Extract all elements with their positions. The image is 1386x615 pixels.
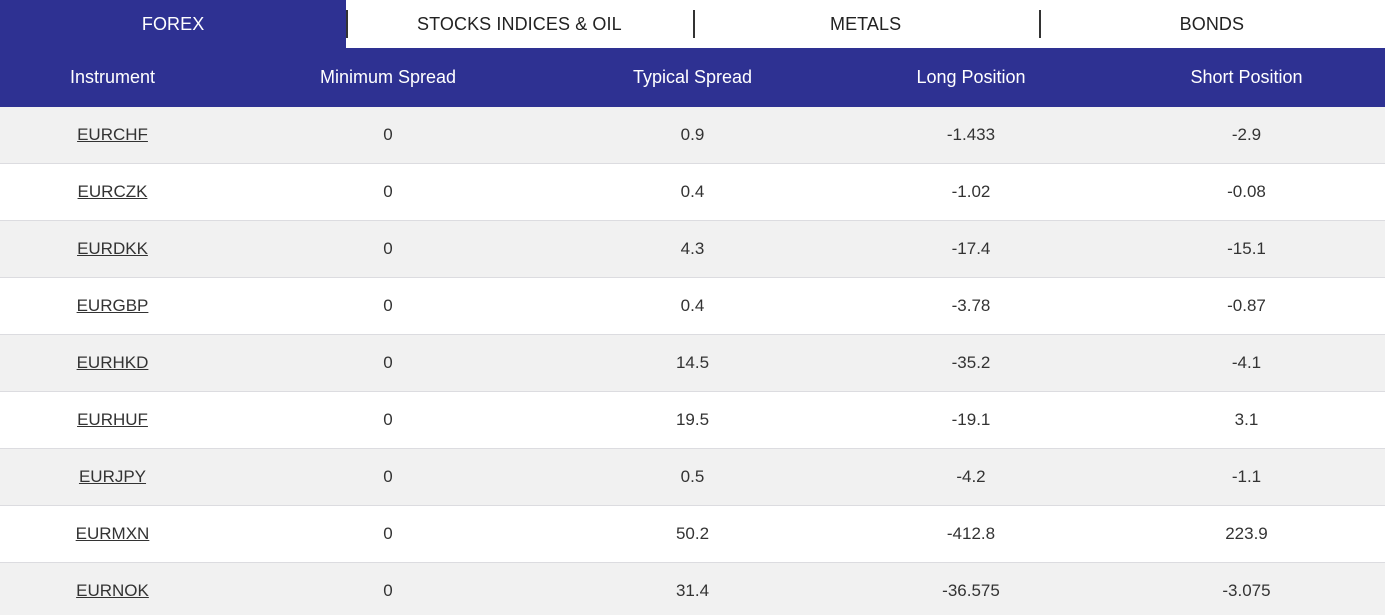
short-position-cell: -4.1 xyxy=(1231,353,1262,372)
long-position-cell: -36.575 xyxy=(942,581,1000,600)
typical-spread-cell: 31.4 xyxy=(675,581,710,600)
tab-label: METALS xyxy=(829,13,902,34)
minimum-spread-cell: 0 xyxy=(383,524,393,543)
typical-spread-cell: 50.2 xyxy=(675,524,710,543)
typical-spread-cell: 0.5 xyxy=(680,467,705,486)
tab-separator xyxy=(346,10,349,38)
tab-label: FOREX xyxy=(141,13,205,34)
tab-separator xyxy=(692,10,695,38)
tab-stocks-indices-oil[interactable]: STOCKS INDICES & OIL xyxy=(346,0,692,48)
typical-spread-cell: 4.3 xyxy=(680,239,705,258)
instrument-cell: EURJPY xyxy=(0,449,225,505)
spreads-widget: FOREX STOCKS INDICES & OIL METALS BONDS … xyxy=(0,0,1385,615)
instrument-cell: EURNOK xyxy=(0,563,225,615)
instrument-cell: EURCHF xyxy=(0,107,225,163)
short-position-cell: 3.1 xyxy=(1234,410,1259,429)
table-row: EURMXN 0 50.2 -412.8 223.9 xyxy=(0,506,1385,563)
minimum-spread-cell: 0 xyxy=(383,410,393,429)
table-row: EURCHF 0 0.9 -1.433 -2.9 xyxy=(0,107,1385,164)
column-header-short-position: Short Position xyxy=(1190,67,1303,87)
long-position-cell: -4.2 xyxy=(956,467,986,486)
minimum-spread-cell: 0 xyxy=(383,581,393,600)
instrument-link[interactable]: EURHKD xyxy=(77,353,149,373)
tab-label: STOCKS INDICES & OIL xyxy=(417,13,622,34)
tab-forex[interactable]: FOREX xyxy=(0,0,347,48)
instrument-cell: EURGBP xyxy=(0,278,225,334)
long-position-cell: -3.78 xyxy=(951,296,991,315)
category-tabs: FOREX STOCKS INDICES & OIL METALS BONDS xyxy=(0,0,1385,48)
long-position-cell: -1.02 xyxy=(951,182,991,201)
short-position-cell: -2.9 xyxy=(1231,125,1262,144)
tab-metals[interactable]: METALS xyxy=(692,0,1039,48)
typical-spread-cell: 0.9 xyxy=(680,125,705,144)
typical-spread-cell: 14.5 xyxy=(675,353,710,372)
instrument-cell: EURMXN xyxy=(0,506,225,562)
column-header-minimum-spread: Minimum Spread xyxy=(319,67,457,87)
minimum-spread-cell: 0 xyxy=(383,239,393,258)
instrument-link[interactable]: EURHUF xyxy=(77,410,148,430)
long-position-cell: -412.8 xyxy=(946,524,996,543)
instrument-cell: EURHUF xyxy=(0,392,225,448)
table-row: EURHUF 0 19.5 -19.1 3.1 xyxy=(0,392,1385,449)
short-position-cell: 223.9 xyxy=(1225,524,1268,543)
minimum-spread-cell: 0 xyxy=(383,467,393,486)
instrument-link[interactable]: EURNOK xyxy=(76,581,149,601)
column-header-typical-spread: Typical Spread xyxy=(632,67,753,87)
long-position-cell: -19.1 xyxy=(951,410,991,429)
instrument-link[interactable]: EURCHF xyxy=(77,125,148,145)
minimum-spread-cell: 0 xyxy=(383,182,393,201)
minimum-spread-cell: 0 xyxy=(383,125,393,144)
typical-spread-cell: 0.4 xyxy=(680,296,705,315)
table-row: EURDKK 0 4.3 -17.4 -15.1 xyxy=(0,221,1385,278)
minimum-spread-cell: 0 xyxy=(383,296,393,315)
tab-separator xyxy=(1038,10,1041,38)
tab-label: BONDS xyxy=(1179,13,1245,34)
long-position-cell: -35.2 xyxy=(951,353,991,372)
instrument-link[interactable]: EURMXN xyxy=(76,524,150,544)
column-header-long-position: Long Position xyxy=(916,67,1026,87)
instrument-cell: EURCZK xyxy=(0,164,225,220)
table-row: EURNOK 0 31.4 -36.575 -3.075 xyxy=(0,563,1385,615)
table-header: Instrument Minimum Spread Typical Spread… xyxy=(0,48,1385,107)
short-position-cell: -0.87 xyxy=(1227,296,1266,315)
typical-spread-cell: 0.4 xyxy=(680,182,705,201)
table-row: EURHKD 0 14.5 -35.2 -4.1 xyxy=(0,335,1385,392)
short-position-cell: -0.08 xyxy=(1227,182,1266,201)
long-position-cell: -17.4 xyxy=(951,239,991,258)
instrument-link[interactable]: EURGBP xyxy=(77,296,149,316)
short-position-cell: -3.075 xyxy=(1222,581,1271,600)
instrument-cell: EURDKK xyxy=(0,221,225,277)
typical-spread-cell: 19.5 xyxy=(675,410,710,429)
long-position-cell: -1.433 xyxy=(946,125,996,144)
instrument-cell: EURHKD xyxy=(0,335,225,391)
short-position-cell: -15.1 xyxy=(1227,239,1266,258)
instrument-link[interactable]: EURJPY xyxy=(79,467,146,487)
column-header-instrument: Instrument xyxy=(69,67,156,87)
tab-bonds[interactable]: BONDS xyxy=(1038,0,1385,48)
table-row: EURCZK 0 0.4 -1.02 -0.08 xyxy=(0,164,1385,221)
table-row: EURGBP 0 0.4 -3.78 -0.87 xyxy=(0,278,1385,335)
instrument-link[interactable]: EURDKK xyxy=(77,239,148,259)
table-row: EURJPY 0 0.5 -4.2 -1.1 xyxy=(0,449,1385,506)
instrument-link[interactable]: EURCZK xyxy=(78,182,148,202)
short-position-cell: -1.1 xyxy=(1231,467,1262,486)
minimum-spread-cell: 0 xyxy=(383,353,393,372)
table-body: EURCHF 0 0.9 -1.433 -2.9 EURCZK 0 0.4 -1… xyxy=(0,107,1385,615)
